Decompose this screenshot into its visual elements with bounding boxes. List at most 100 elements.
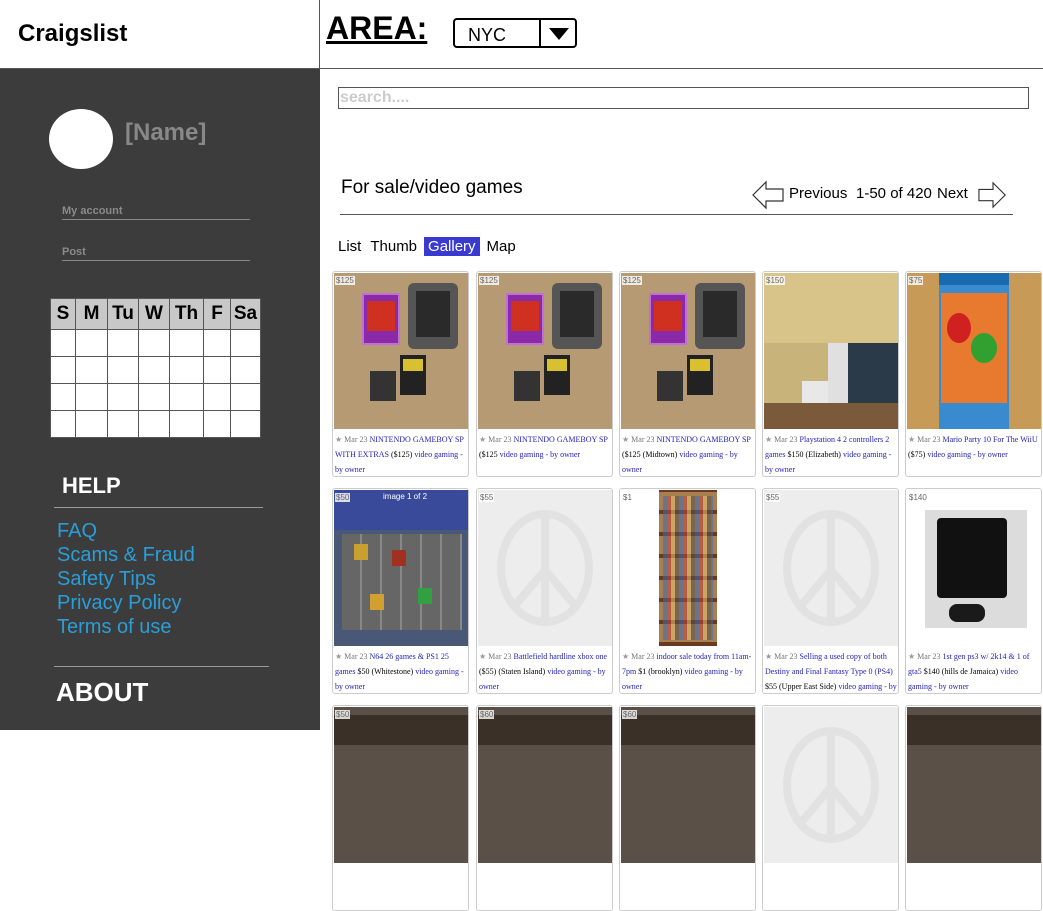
listing-card[interactable]: $150 ★ Mar 23 Playstation 4 2 controllers… [762, 271, 899, 477]
star-icon[interactable]: ★ [622, 435, 629, 444]
star-icon[interactable]: ★ [335, 435, 342, 444]
area-value: NYC [468, 25, 507, 45]
calendar-cell[interactable] [169, 410, 204, 438]
star-icon[interactable]: ★ [908, 652, 915, 661]
scams-fraud-link[interactable]: Scams & Fraud [57, 543, 195, 567]
listing-image[interactable] [621, 273, 755, 429]
listing-card[interactable]: $140 ★ Mar 23 1st gen ps3 w/ 2k14 & 1 of … [905, 488, 1042, 694]
listing-card[interactable] [762, 705, 899, 911]
calendar-cell[interactable] [203, 329, 231, 357]
listing-image[interactable] [764, 273, 898, 429]
star-icon[interactable]: ★ [479, 652, 486, 661]
listing-title[interactable]: Mario Party 10 For The WiiU [943, 435, 1038, 444]
listing-category[interactable]: video gaming - by owner [500, 450, 580, 459]
star-icon[interactable]: ★ [908, 435, 915, 444]
calendar-cell[interactable] [230, 410, 261, 438]
listing-card[interactable] [905, 705, 1042, 911]
calendar-cell[interactable] [203, 356, 231, 384]
next-button[interactable]: Next [937, 185, 968, 202]
my-account-link[interactable]: My account [62, 205, 250, 220]
listing-image[interactable] [334, 707, 468, 863]
listing-card[interactable]: $125 ★ Mar 23 NINTENDO GAMEBOY SP ($125 (… [619, 271, 756, 477]
listing-card[interactable]: image 1 of 2 $50 ★ Mar 23 N64 26 games & P… [332, 488, 469, 694]
calendar-cell[interactable] [138, 410, 170, 438]
calendar-cell[interactable] [107, 356, 139, 384]
listing-card[interactable]: $55 ★ Mar 23 Selling a used copy of both … [762, 488, 899, 694]
chevron-down-icon[interactable] [539, 20, 575, 46]
calendar-cell[interactable] [107, 383, 139, 411]
listing-image[interactable] [907, 490, 1041, 646]
logo-text[interactable]: Craigslist [18, 20, 127, 48]
listing-image[interactable] [621, 707, 755, 863]
arrow-left-icon[interactable] [752, 180, 784, 210]
previous-button[interactable]: Previous [789, 185, 847, 202]
listing-image[interactable] [478, 490, 612, 646]
listing-image[interactable] [764, 490, 898, 646]
listing-meta: ($125) [391, 450, 413, 459]
listing-image[interactable] [621, 490, 755, 646]
safety-tips-link[interactable]: Safety Tips [57, 567, 195, 591]
post-link[interactable]: Post [62, 246, 250, 261]
star-icon[interactable]: ★ [622, 652, 629, 661]
star-icon[interactable]: ★ [479, 435, 486, 444]
terms-of-use-link[interactable]: Terms of use [57, 615, 195, 639]
faq-link[interactable]: FAQ [57, 519, 195, 543]
calendar-cell[interactable] [75, 356, 108, 384]
area-dropdown[interactable]: NYC [453, 18, 577, 48]
star-icon[interactable]: ★ [335, 652, 342, 661]
listing-image[interactable] [764, 707, 898, 863]
listing-image[interactable] [478, 273, 612, 429]
listing-image[interactable] [907, 273, 1041, 429]
calendar-cell[interactable] [169, 383, 204, 411]
listing-image[interactable] [907, 707, 1041, 863]
calendar-cell[interactable] [50, 410, 76, 438]
calendar-cell[interactable] [138, 329, 170, 357]
listing-image[interactable] [334, 273, 468, 429]
tab-list[interactable]: List [336, 237, 363, 256]
calendar-cell[interactable] [50, 356, 76, 384]
calendar-cell[interactable] [107, 410, 139, 438]
price-badge: $150 [765, 276, 785, 285]
listing-image[interactable] [478, 707, 612, 863]
listing-card[interactable]: $60 [476, 705, 613, 911]
listing-card[interactable]: $75 ★ Mar 23 Mario Party 10 For The WiiU … [905, 271, 1042, 477]
star-icon[interactable]: ★ [765, 435, 772, 444]
star-icon[interactable]: ★ [765, 652, 772, 661]
calendar-cell[interactable] [230, 383, 261, 411]
listing-title[interactable]: Battlefield hardline xbox one [514, 652, 608, 661]
tab-map[interactable]: Map [485, 237, 518, 256]
calendar-cell[interactable] [230, 356, 261, 384]
calendar-cell[interactable] [203, 410, 231, 438]
listing-card[interactable]: $60 [619, 705, 756, 911]
calendar-cell[interactable] [203, 383, 231, 411]
calendar-cell[interactable] [138, 383, 170, 411]
search-input[interactable] [338, 87, 1029, 109]
avatar[interactable] [49, 109, 113, 169]
listing-title[interactable]: NINTENDO GAMEBOY SP [514, 435, 608, 444]
listing-image[interactable] [334, 490, 468, 646]
listing-card[interactable]: $1 ★ Mar 23 indoor sale today from 11am-7… [619, 488, 756, 694]
tab-gallery[interactable]: Gallery [424, 237, 480, 256]
calendar-cell[interactable] [138, 356, 170, 384]
calendar-cell[interactable] [75, 329, 108, 357]
about-title[interactable]: ABOUT [56, 677, 148, 708]
arrow-right-icon[interactable] [978, 180, 1008, 210]
listing-date: Mar 23 [917, 435, 941, 444]
calendar-cell[interactable] [230, 329, 261, 357]
tab-thumb[interactable]: Thumb [368, 237, 419, 256]
logo[interactable]: Craigslist [0, 0, 320, 69]
listing-title[interactable]: NINTENDO GAMEBOY SP [657, 435, 751, 444]
listing-card[interactable]: $125 ★ Mar 23 NINTENDO GAMEBOY SP ($125 v… [476, 271, 613, 477]
listing-category[interactable]: video gaming - by owner [927, 450, 1007, 459]
calendar-cell[interactable] [50, 383, 76, 411]
calendar-cell[interactable] [169, 329, 204, 357]
calendar-cell[interactable] [107, 329, 139, 357]
calendar-cell[interactable] [75, 410, 108, 438]
listing-card[interactable]: $55 ★ Mar 23 Battlefield hardline xbox on… [476, 488, 613, 694]
listing-card[interactable]: $50 [332, 705, 469, 911]
calendar-cell[interactable] [169, 356, 204, 384]
calendar-cell[interactable] [75, 383, 108, 411]
calendar-cell[interactable] [50, 329, 76, 357]
privacy-policy-link[interactable]: Privacy Policy [57, 591, 195, 615]
listing-card[interactable]: $125 ★ Mar 23 NINTENDO GAMEBOY SP WITH EX… [332, 271, 469, 477]
